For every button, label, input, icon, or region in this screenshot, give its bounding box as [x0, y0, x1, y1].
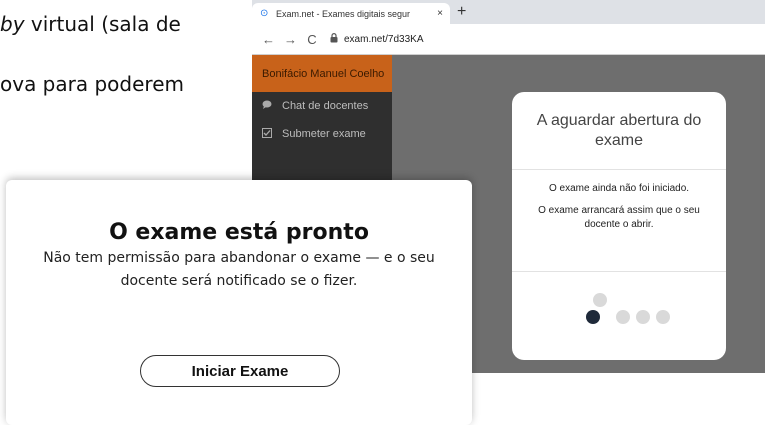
dialog-title: O exame está pronto [109, 220, 369, 245]
waiting-card-title: A aguardar abertura do exame [512, 92, 726, 170]
loading-dot [593, 293, 607, 307]
document-line-1-text: virtual (sala de [24, 12, 181, 36]
tab-title: Exam.net - Exames digitais segur [276, 8, 411, 19]
address-bar: ← → C exam.net/7d33KA [252, 24, 765, 55]
loading-dot [636, 310, 650, 324]
browser-tab[interactable]: ⊙ Exam.net - Exames digitais segur × [252, 3, 450, 24]
url-text: exam.net/7d33KA [344, 33, 424, 45]
sidebar-item-label: Submeter exame [282, 128, 366, 140]
loading-dot [616, 310, 630, 324]
loading-dot-active [586, 310, 600, 324]
user-name-bar: Bonifácio Manuel Coelho [252, 55, 392, 92]
examnet-favicon-icon: ⊙ [260, 7, 269, 19]
loading-dots [512, 273, 726, 353]
lock-icon [330, 33, 338, 45]
close-tab-icon[interactable]: × [434, 8, 446, 19]
reload-icon[interactable]: C [306, 32, 318, 47]
url-field[interactable]: exam.net/7d33KA [330, 29, 424, 49]
waiting-message-not-started: O exame ainda não foi iniciado. [548, 183, 690, 194]
start-exam-button[interactable]: Iniciar Exame [140, 355, 340, 387]
loading-dot [656, 310, 670, 324]
new-tab-button[interactable]: + [457, 3, 466, 21]
waiting-card: A aguardar abertura do exame O exame ain… [512, 92, 726, 360]
dialog-message: Não tem permissão para abandonar o exame… [43, 250, 435, 289]
exam-ready-dialog: O exame está pronto Não tem permissão pa… [6, 180, 472, 425]
tab-bar: ⊙ Exam.net - Exames digitais segur × + [252, 0, 765, 24]
forward-icon[interactable]: → [284, 32, 297, 47]
document-text-line-2: ova para poderem [0, 72, 184, 96]
back-icon[interactable]: ← [262, 32, 275, 47]
sidebar-item-chat[interactable]: Chat de docentes [252, 92, 392, 120]
waiting-message-will-start: O exame arrancará assim que o seu docent… [538, 205, 700, 230]
waiting-card-body: O exame ainda não foi iniciado. O exame … [512, 170, 726, 272]
chat-icon [262, 100, 276, 112]
document-text-line-1: by virtual (sala de [0, 12, 181, 36]
checkbox-icon [262, 127, 276, 141]
sidebar-item-label: Chat de docentes [282, 100, 369, 112]
document-italic-word: by [0, 12, 25, 36]
sidebar-item-submit-exam[interactable]: Submeter exame [252, 120, 392, 148]
